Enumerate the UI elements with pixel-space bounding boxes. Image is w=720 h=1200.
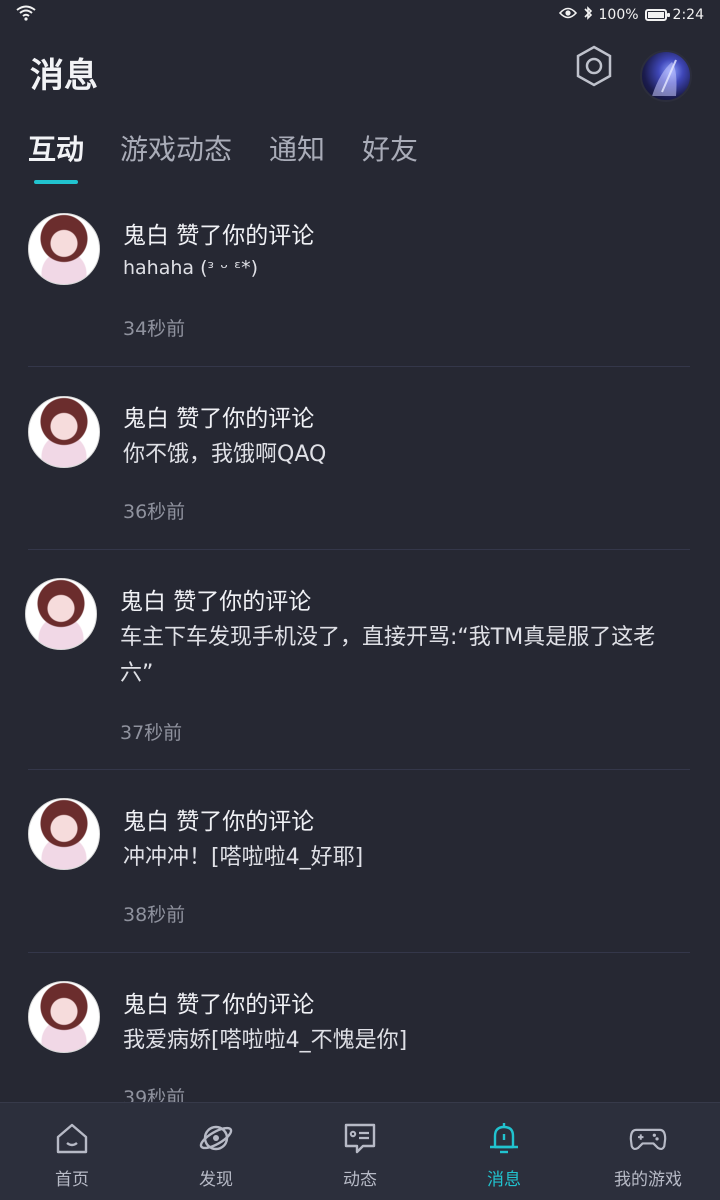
feed-icon bbox=[341, 1119, 379, 1157]
gamepad-icon bbox=[629, 1119, 667, 1157]
tab-active-indicator bbox=[34, 180, 78, 184]
tab-bar: 互动 游戏动态 通知 好友 bbox=[0, 120, 720, 190]
nav-label: 消息 bbox=[487, 1170, 521, 1190]
status-right: 100% 2:24 bbox=[558, 5, 704, 25]
avatar[interactable] bbox=[28, 213, 100, 285]
header: 消息 bbox=[0, 30, 720, 114]
message-text: 我爱病娇[嗒啦啦4_不愧是你] bbox=[123, 1028, 408, 1053]
tab-friends[interactable]: 好友 bbox=[362, 128, 418, 168]
message-time: 39秒前 bbox=[123, 1087, 186, 1102]
planet-icon bbox=[197, 1119, 235, 1157]
tab-interaction[interactable]: 互动 bbox=[28, 128, 84, 168]
wifi-icon bbox=[16, 5, 36, 25]
list-item[interactable]: 鬼白 赞了你的评论 我爱病娇[嗒啦啦4_不愧是你] 39秒前 bbox=[28, 953, 690, 1102]
avatar[interactable] bbox=[25, 578, 97, 650]
bell-icon bbox=[485, 1119, 523, 1157]
nav-label: 首页 bbox=[55, 1170, 89, 1190]
avatar[interactable] bbox=[28, 981, 100, 1053]
bottom-nav: 首页 发现 动态 消息 我的游戏 bbox=[0, 1102, 720, 1200]
list-item[interactable]: 鬼白 赞了你的评论 车主下车发现手机没了，直接开骂:“我TM真是服了这老六” 3… bbox=[25, 550, 690, 770]
status-bar: 100% 2:24 bbox=[0, 0, 720, 30]
avatar[interactable] bbox=[28, 396, 100, 468]
message-text: 冲冲冲！[嗒啦啦4_好耶] bbox=[123, 845, 364, 870]
message-title: 鬼白 赞了你的评论 bbox=[123, 992, 315, 1018]
nav-my-games[interactable]: 我的游戏 bbox=[576, 1103, 720, 1200]
page-title: 消息 bbox=[30, 56, 98, 96]
settings-button[interactable] bbox=[570, 44, 618, 92]
nav-label: 我的游戏 bbox=[614, 1170, 682, 1190]
message-title: 鬼白 赞了你的评论 bbox=[123, 406, 315, 432]
list-item[interactable]: 鬼白 赞了你的评论 hahaha (ᵌ ᵕ ᵋ*) 34秒前 bbox=[28, 190, 690, 367]
battery-icon bbox=[644, 9, 670, 21]
user-avatar[interactable] bbox=[640, 50, 692, 102]
tab-notifications[interactable]: 通知 bbox=[269, 128, 325, 168]
list-item[interactable]: 鬼白 赞了你的评论 你不饿，我饿啊QAQ 36秒前 bbox=[28, 367, 690, 550]
list-item[interactable]: 鬼白 赞了你的评论 冲冲冲！[嗒啦啦4_好耶] 38秒前 bbox=[28, 770, 690, 953]
message-time: 36秒前 bbox=[123, 501, 186, 523]
nav-discover[interactable]: 发现 bbox=[144, 1103, 288, 1200]
status-left bbox=[16, 5, 36, 25]
nav-feed[interactable]: 动态 bbox=[288, 1103, 432, 1200]
tab-game-updates[interactable]: 游戏动态 bbox=[120, 128, 232, 168]
nav-home[interactable]: 首页 bbox=[0, 1103, 144, 1200]
message-title: 鬼白 赞了你的评论 bbox=[123, 223, 315, 249]
message-time: 38秒前 bbox=[123, 904, 186, 926]
bluetooth-icon bbox=[583, 5, 593, 25]
message-title: 鬼白 赞了你的评论 bbox=[120, 589, 312, 615]
message-text: 你不饿，我饿啊QAQ bbox=[123, 442, 327, 467]
avatar[interactable] bbox=[28, 798, 100, 870]
message-title: 鬼白 赞了你的评论 bbox=[123, 809, 315, 835]
battery-percent: 100% bbox=[598, 7, 639, 23]
home-icon bbox=[53, 1119, 91, 1157]
message-time: 37秒前 bbox=[120, 722, 183, 744]
nav-label: 发现 bbox=[199, 1170, 233, 1190]
message-list: 鬼白 赞了你的评论 hahaha (ᵌ ᵕ ᵋ*) 34秒前 鬼白 赞了你的评论… bbox=[0, 190, 720, 1102]
nav-label: 动态 bbox=[343, 1170, 377, 1190]
eye-icon bbox=[558, 7, 577, 23]
nav-messages[interactable]: 消息 bbox=[432, 1103, 576, 1200]
message-text: hahaha (ᵌ ᵕ ᵋ*) bbox=[123, 257, 259, 279]
message-time: 34秒前 bbox=[123, 318, 186, 340]
message-text: 车主下车发现手机没了，直接开骂:“我TM真是服了这老六” bbox=[120, 625, 656, 686]
clock: 2:24 bbox=[672, 7, 704, 23]
settings-icon bbox=[572, 44, 616, 92]
